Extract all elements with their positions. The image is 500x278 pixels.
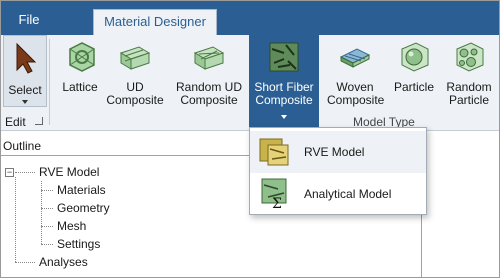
menu-item-analytical-model-label: Analytical Model [304, 187, 392, 201]
edit-group-launcher-icon[interactable] [35, 117, 43, 125]
cursor-arrow-icon [16, 42, 37, 74]
random-ud-composite-label-line2: Composite [180, 93, 238, 107]
tab-file[interactable]: File [7, 9, 51, 31]
random-particle-label-line2: Particle [448, 93, 489, 107]
chevron-down-icon[interactable] [281, 115, 287, 119]
collapse-icon[interactable]: − [5, 168, 14, 177]
random-particle-button[interactable]: Random Particle [441, 35, 497, 125]
woven-composite-icon [339, 48, 371, 68]
random-particle-label: Random Particle [441, 81, 497, 107]
rve-model-icon [259, 138, 289, 166]
woven-composite-label-line2: Composite [327, 93, 385, 107]
app-window: File Material Designer Select Edit Latti… [0, 0, 500, 278]
random-ud-composite-button[interactable]: Random UD Composite [171, 35, 247, 125]
menu-item-analytical-model[interactable]: Σ Analytical Model [250, 173, 426, 215]
ribbon: Select Edit Lattice UD Composite Random … [1, 35, 499, 131]
lattice-icon [69, 42, 95, 72]
short-fiber-dropdown-menu: RVE Model Σ Analytical Model [249, 127, 427, 215]
select-button[interactable]: Select [3, 35, 47, 107]
ribbon-separator [49, 39, 50, 125]
random-ud-composite-label: Random UD Composite [171, 81, 247, 107]
menu-item-rve-model[interactable]: RVE Model [250, 131, 426, 173]
tree-node-settings[interactable]: Settings [57, 236, 100, 252]
svg-text:Σ: Σ [272, 196, 282, 209]
ribbon-tab-bar: File Material Designer [1, 1, 499, 35]
random-particle-icon [456, 42, 484, 72]
tree-connector [41, 226, 53, 227]
tree-connector [15, 262, 35, 263]
tree-connector [41, 190, 53, 191]
short-fiber-composite-label-line2: Composite [255, 93, 313, 107]
chevron-down-icon[interactable] [22, 100, 28, 104]
ud-composite-icon [119, 46, 151, 70]
short-fiber-composite-button[interactable]: Short Fiber Composite [249, 35, 319, 127]
select-label: Select [8, 83, 42, 97]
tree-node-geometry[interactable]: Geometry [57, 200, 110, 216]
particle-button[interactable]: Particle [387, 35, 441, 125]
woven-composite-label: Woven Composite [327, 81, 385, 107]
ud-composite-label: UD Composite [105, 81, 165, 107]
tree-node-mesh[interactable]: Mesh [57, 218, 86, 234]
tree-node-rve-model[interactable]: RVE Model [39, 164, 99, 180]
woven-composite-button[interactable]: Woven Composite [327, 35, 385, 125]
tree-node-analyses[interactable]: Analyses [39, 254, 88, 270]
lattice-label: Lattice [62, 80, 98, 94]
random-ud-composite-icon [193, 46, 225, 70]
short-fiber-composite-icon [269, 42, 299, 72]
particle-icon [401, 42, 429, 72]
analytical-model-icon: Σ [261, 178, 287, 209]
tree-connector [41, 208, 53, 209]
particle-label: Particle [393, 80, 434, 94]
tree-connector [15, 177, 16, 262]
short-fiber-composite-label: Short Fiber Composite [249, 81, 319, 107]
menu-item-rve-model-label: RVE Model [304, 145, 365, 159]
lattice-button[interactable]: Lattice [55, 35, 105, 125]
tree-node-materials[interactable]: Materials [57, 182, 106, 198]
ud-composite-button[interactable]: UD Composite [105, 35, 165, 125]
tree-connector [15, 172, 35, 173]
ud-composite-label-line2: Composite [106, 93, 164, 107]
tree-connector [41, 244, 53, 245]
tab-material-designer[interactable]: Material Designer [93, 9, 217, 35]
edit-group-label: Edit [5, 115, 26, 129]
